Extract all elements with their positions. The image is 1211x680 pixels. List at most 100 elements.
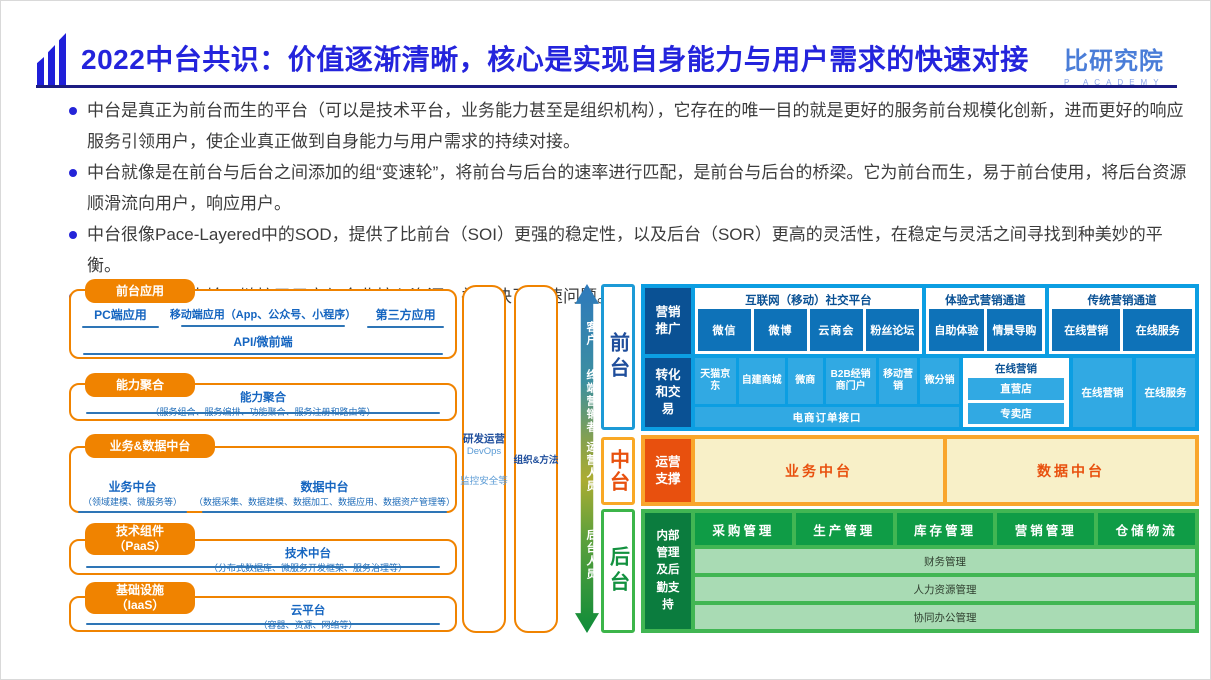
- channel-online-service: 在线服务: [1123, 309, 1192, 351]
- cell-subtitle: （领域建模、微服务等）: [71, 495, 194, 508]
- cell-title: 云平台: [161, 602, 455, 618]
- tier-label: 前台: [604, 332, 633, 382]
- channel-own-mall: 自建商城: [739, 358, 785, 404]
- axis-label-terminal-marketer: 终端营销者: [575, 369, 599, 434]
- underline: [367, 326, 444, 328]
- channel-cloud-mall: 云商会: [810, 309, 863, 351]
- tier-middle: 中台: [601, 437, 635, 505]
- strip-subtitle: DevOps: [467, 446, 501, 457]
- channel-b2b-portal: B2B经销商门户: [826, 358, 876, 404]
- row-label-internal-mgmt: 内部管理及后勤支持: [645, 513, 691, 629]
- left-cell: 业务中台 （领域建模、微服务等）: [71, 478, 194, 513]
- data-middle-platform: 数据中台: [947, 439, 1195, 502]
- underline: [83, 353, 444, 355]
- channel-online-marketing-2: 在线营销: [1073, 358, 1132, 427]
- front-row-marketing: 营销推广 互联网（移动）社交平台 微信 微博 云商会 粉丝论坛 体验式营销通道 …: [645, 288, 1195, 354]
- module-inventory: 库存管理: [897, 513, 994, 545]
- underline: [86, 623, 439, 625]
- tier-back: 后台: [601, 509, 635, 633]
- logo-subtext: P ACADEMY: [1064, 78, 1165, 87]
- cell-title: 移动端应用（App、公众号、小程序）: [170, 306, 356, 322]
- tag-line: 技术组件: [116, 524, 164, 539]
- left-tag-frontend-apps: 前台应用: [85, 279, 195, 303]
- underline: [82, 326, 159, 328]
- left-cell: 第三方应用: [356, 306, 455, 328]
- group-social-platforms: 互联网（移动）社交平台 微信 微博 云商会 粉丝论坛: [695, 288, 922, 354]
- strip-title: 研发运营: [463, 431, 505, 446]
- group-header: 互联网（移动）社交平台: [698, 291, 919, 309]
- axis-label-operations-staff: 运营人员: [575, 441, 599, 493]
- left-cell: API/微前端: [71, 333, 455, 355]
- axis-label-backoffice-staff: 后台人员: [575, 529, 599, 581]
- cell-title: 第三方应用: [356, 306, 455, 323]
- bullet-item: 中台很像Pace-Layered中的SOD，提供了比前台（SOI）更强的稳定性，…: [67, 219, 1187, 281]
- left-cell: PC端应用: [71, 306, 170, 328]
- title-divider: [36, 85, 1177, 88]
- bullet-list: 中台是真正为前台而生的平台（可以是技术平台，业务能力甚至是组织机构），它存在的唯…: [67, 95, 1187, 312]
- business-middle-platform: 业务中台: [695, 439, 943, 502]
- tier-label: 后台: [604, 546, 633, 596]
- group-header: 传统营销通道: [1052, 291, 1192, 309]
- underline: [86, 566, 439, 568]
- module-procurement: 采购管理: [695, 513, 792, 545]
- strip-title: 组织&方法: [514, 452, 559, 466]
- bar-icon-segment: [59, 33, 66, 85]
- bar-hr-mgmt: 人力资源管理: [695, 577, 1195, 601]
- logo: 比研究院 P ACADEMY: [1064, 41, 1165, 87]
- strip-note: 监控安全等: [460, 473, 508, 487]
- front-panel: 营销推广 互联网（移动）社交平台 微信 微博 云商会 粉丝论坛 体验式营销通道 …: [641, 284, 1199, 431]
- left-tag-capability: 能力聚合: [85, 373, 195, 397]
- underline: [181, 325, 345, 327]
- bullet-item: 中台就像是在前台与后台之间添加的组“变速轮”，将前台与后台的速率进行匹配，是前台…: [67, 157, 1187, 219]
- bullet-item: 中台是真正为前台而生的平台（可以是技术平台，业务能力甚至是组织机构），它存在的唯…: [67, 95, 1187, 157]
- tag-line: （PaaS）: [113, 539, 166, 554]
- channel-online-marketing: 在线营销: [1052, 309, 1121, 351]
- cell-title: PC端应用: [71, 306, 170, 323]
- group-header: 在线营销: [968, 361, 1064, 375]
- channel-online-service-2: 在线服务: [1136, 358, 1195, 427]
- axis-label-customer: 客户: [575, 321, 599, 347]
- ecommerce-order-api-bar: 电商订单接口: [695, 407, 959, 427]
- tier-front: 前台: [601, 284, 635, 430]
- conversion-main: 天猫京东 自建商城 微商 B2B经销商门户 移动营销 微分销 电商订单接口: [695, 358, 959, 427]
- middle-panel: 运营支撑 业务中台 数据中台: [641, 435, 1199, 506]
- row-label-marketing-promo: 营销推广: [645, 288, 691, 354]
- channel-wei-shang: 微商: [788, 358, 823, 404]
- group-experiential-channels: 体验式营销通道 自助体验 情景导购: [926, 288, 1045, 354]
- cell-title: 技术中台: [161, 545, 455, 561]
- bar-finance-mgmt: 财务管理: [695, 549, 1195, 573]
- tag-line: 基础设施: [116, 583, 164, 598]
- module-warehouse-logistics: 仓储物流: [1098, 513, 1195, 545]
- row-label-ops-support: 运营支撑: [645, 439, 691, 502]
- left-cell: 数据中台 （数据采集、数据建模、数据加工、数据应用、数据资产管理等）: [194, 478, 455, 513]
- underline: [202, 511, 447, 513]
- slide: 比研究院 P ACADEMY 2022中台共识：价值逐渐清晰，核心是实现自身能力…: [0, 0, 1211, 680]
- module-production: 生产管理: [796, 513, 893, 545]
- tier-label: 中台: [604, 449, 633, 493]
- cell-title: 业务中台: [71, 478, 194, 495]
- channel-tmall-jd: 天猫京东: [695, 358, 736, 404]
- module-marketing: 营销管理: [997, 513, 1094, 545]
- channel-mobile-marketing: 移动营销: [879, 358, 918, 404]
- bar-chart-icon: [37, 33, 66, 85]
- left-tag-iaas: 基础设施 （IaaS）: [85, 582, 195, 614]
- left-tag-biz-data: 业务&数据中台: [85, 434, 215, 458]
- row-label-conversion-trade: 转化和交易: [645, 358, 691, 427]
- channel-weibo: 微博: [754, 309, 807, 351]
- page-title: 2022中台共识：价值逐渐清晰，核心是实现自身能力与用户需求的快速对接: [81, 38, 1029, 78]
- cell-subtitle: （数据采集、数据建模、数据加工、数据应用、数据资产管理等）: [194, 495, 455, 508]
- group-header: 体验式营销通道: [929, 291, 1042, 309]
- cell-title: 数据中台: [194, 478, 455, 495]
- channel-wechat: 微信: [698, 309, 751, 351]
- channel-micro-distribution: 微分销: [920, 358, 959, 404]
- left-cell: 移动端应用（App、公众号、小程序）: [170, 306, 356, 328]
- back-content: 采购管理 生产管理 库存管理 营销管理 仓储物流 财务管理 人力资源管理 协同办…: [695, 513, 1195, 629]
- store-direct: 直营店: [968, 378, 1064, 400]
- tag-line: （IaaS）: [116, 598, 165, 613]
- underline: [78, 511, 186, 513]
- strip-devops: 研发运营 DevOps 监控安全等: [462, 285, 506, 633]
- bar-icon-segment: [37, 57, 44, 85]
- channel-self-experience: 自助体验: [929, 309, 984, 351]
- back-panel: 内部管理及后勤支持 采购管理 生产管理 库存管理 营销管理 仓储物流 财务管理 …: [641, 509, 1199, 633]
- channel-scenario-guide: 情景导购: [987, 309, 1042, 351]
